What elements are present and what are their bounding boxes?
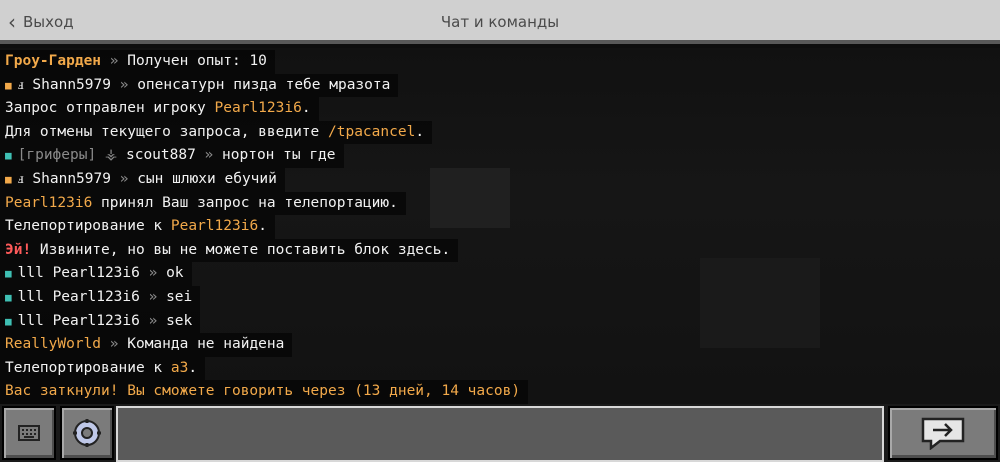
chat-message: Телепортирование к Pearl123i6. <box>0 215 275 239</box>
message-end: . <box>301 100 311 117</box>
message-end: . <box>258 218 267 235</box>
player-name: Pearl123i6 <box>170 218 259 235</box>
message-user: Shann5979 <box>32 170 111 187</box>
chat-message: ■ lll Pearl123i6 » sek <box>0 309 201 334</box>
message-user: Shann5979 <box>32 76 111 93</box>
chat-message: Pearl123i6 принял Ваш запрос на телепорт… <box>0 191 406 216</box>
chat-message: Для отмены текущего запроса, введите /tp… <box>0 120 433 145</box>
message-separator: » <box>110 76 138 93</box>
message-separator: » <box>195 147 223 164</box>
chat-message: ReallyWorld » Команда не найдена <box>0 333 293 357</box>
rank-badge-icon: ■ <box>5 290 12 304</box>
rank-tag: [гриферы] ⚶ <box>17 147 118 164</box>
command-text: /tpacancel <box>328 123 416 140</box>
message-end: . <box>188 359 198 376</box>
message-text: Для отмены текущего запроса, введите <box>5 123 329 140</box>
chat-message: Запрос отправлен игроку Pearl123i6. <box>0 97 319 121</box>
page-title: Чат и команды <box>440 13 560 31</box>
player-name: Pearl123i6 <box>214 100 302 117</box>
chat-panel: Гроу-Гарден » Получен опыт: 10 ■ ⅎ Shann5… <box>0 48 1000 404</box>
rank-badge-icon: ■ <box>5 149 12 163</box>
settings-button[interactable] <box>60 406 114 460</box>
send-button[interactable] <box>888 406 998 460</box>
message-text: опенсатурн пизда тебе мразота <box>137 76 391 93</box>
message-sender: Гроу-Гарден <box>5 53 102 69</box>
message-text: Получен опыт: 10 <box>127 53 267 69</box>
message-text: Извините, но вы не можете поставить блок… <box>31 241 451 258</box>
chat-message: ■ [гриферы] ⚶ scout887 » нортон ты где <box>0 144 344 168</box>
message-separator: » <box>139 288 167 305</box>
message-separator: » <box>101 336 128 353</box>
message-text: Команда не найдена <box>127 336 285 353</box>
rank-badge-icon: ■ <box>5 172 12 186</box>
chat-message: ■ lll Pearl123i6 » sei <box>0 285 201 310</box>
chat-message: ■ ⅎ Shann5979 » опенсатурн пизда тебе мра… <box>0 73 399 98</box>
message-separator: » <box>139 312 167 329</box>
message-text: ok <box>166 265 184 282</box>
message-sender: ReallyWorld <box>5 336 102 353</box>
gear-icon <box>73 419 101 447</box>
chat-message: Вас заткнули! Вы сможете говорить через … <box>0 380 529 404</box>
message-text: Телепортирование к <box>5 359 171 376</box>
chat-message: Телепортирование к a3. <box>0 356 206 381</box>
keyboard-icon <box>18 425 40 441</box>
rank-symbol: lll <box>17 312 44 329</box>
rank-badge-icon: ■ <box>5 78 12 92</box>
rank-symbol: lll <box>17 265 44 282</box>
rank-symbol: ⅎ <box>17 76 24 93</box>
chat-message: ■ ⅎ Shann5979 » сын шлюхи ебучий <box>0 167 285 192</box>
chat-message: Эй! Извините, но вы не можете поставить … <box>0 238 459 263</box>
rank-badge-icon: ■ <box>5 267 12 281</box>
message-text: sei <box>166 288 193 305</box>
message-separator: » <box>101 53 128 69</box>
message-text: сын шлюхи ебучий <box>137 170 277 187</box>
message-text: принял Ваш запрос на телепортацию. <box>92 194 398 211</box>
rank-badge-icon: ■ <box>5 314 12 328</box>
alert-prefix: Эй! <box>5 241 32 258</box>
message-text: sek <box>166 312 193 329</box>
message-separator: » <box>110 170 138 187</box>
keyboard-button[interactable] <box>2 406 56 460</box>
message-user: Pearl123i6 <box>52 288 140 305</box>
message-end: . <box>415 123 425 140</box>
bottom-bar <box>0 404 1000 462</box>
rank-symbol: ⅎ <box>17 170 24 187</box>
message-user: Pearl123i6 <box>52 265 140 282</box>
message-text: Вас заткнули! Вы сможете говорить через … <box>5 383 521 400</box>
chat-message: Гроу-Гарден » Получен опыт: 10 <box>0 50 275 74</box>
top-bar: ‹ Выход Чат и команды <box>0 0 1000 44</box>
message-separator: » <box>139 265 167 282</box>
player-name: Pearl123i6 <box>5 194 93 211</box>
chat-log: Гроу-Гарден » Получен опыт: 10 ■ ⅎ Shann5… <box>0 50 1000 404</box>
message-user: scout887 <box>125 147 196 164</box>
send-message-icon <box>921 417 965 450</box>
message-text: нортон ты где <box>222 147 336 164</box>
message-text: Запрос отправлен игроку <box>5 100 215 117</box>
player-name: a3 <box>170 359 189 376</box>
chat-message: ■ lll Pearl123i6 » ok <box>0 262 192 286</box>
chat-input[interactable] <box>116 406 884 462</box>
message-text: Телепортирование к <box>5 218 171 235</box>
message-user: Pearl123i6 <box>52 312 140 329</box>
rank-symbol: lll <box>17 288 44 305</box>
